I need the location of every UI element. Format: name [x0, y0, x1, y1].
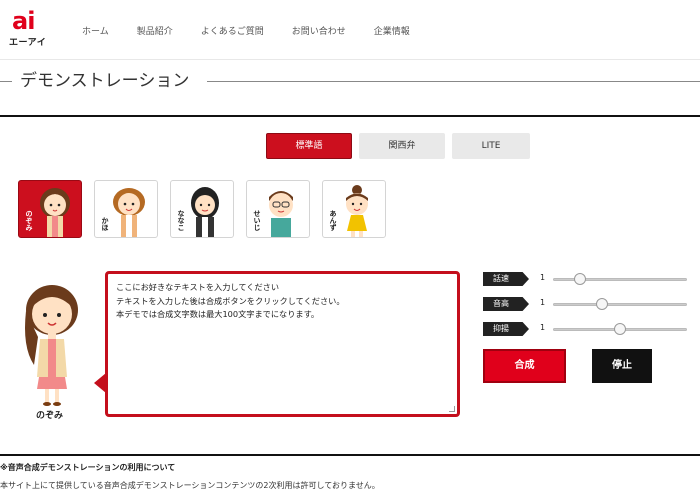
param-speed-label: 話速 [483, 272, 529, 286]
character-name: せいじ [253, 210, 261, 231]
page-title: デモンストレーション [20, 71, 190, 91]
title-rule-left [0, 81, 12, 82]
param-intonation: 抑揚 1 [483, 322, 693, 336]
selected-character-name: のぞみ [36, 411, 64, 421]
tab-kansai[interactable]: 関西弁 [359, 133, 445, 159]
param-intonation-label: 抑揚 [483, 322, 529, 336]
character-anzu[interactable]: あんず [322, 180, 386, 238]
stop-button[interactable]: 停止 [592, 349, 652, 383]
param-pitch-label: 音高 [483, 297, 529, 311]
notice-title: ※音声合成デモンストレーションの利用について [0, 463, 176, 472]
pitch-slider-track[interactable] [553, 303, 687, 306]
character-seiji[interactable]: せいじ [246, 180, 310, 238]
page-title-row: デモンストレーション [0, 70, 700, 94]
text-input[interactable] [108, 274, 457, 414]
resize-handle-icon[interactable] [449, 406, 455, 412]
character-name: のぞみ [25, 210, 33, 231]
character-nanako[interactable]: ななこ [170, 180, 234, 238]
site-logo[interactable]: ai エーアイ [8, 8, 52, 48]
title-rule-right [207, 81, 700, 82]
logo-mark: ai [12, 7, 35, 35]
nav-company[interactable]: 企業情報 [374, 24, 410, 37]
param-speed-value: 1 [540, 273, 546, 282]
param-intonation-value: 1 [540, 323, 546, 332]
nav-home[interactable]: ホーム [82, 24, 109, 37]
nav-faq[interactable]: よくあるご質問 [201, 24, 264, 37]
language-tabs: 標準語 関西弁 LITE [266, 133, 537, 159]
pitch-slider-thumb[interactable] [595, 298, 608, 310]
intonation-slider-thumb[interactable] [614, 323, 626, 335]
param-speed: 話速 1 [483, 272, 693, 286]
nav-contact[interactable]: お問い合わせ [292, 24, 346, 37]
param-pitch-value: 1 [540, 298, 546, 307]
site-header: ai エーアイ ホーム 製品紹介 よくあるご質問 お問い合わせ 企業情報 [0, 0, 700, 60]
nav-products[interactable]: 製品紹介 [137, 24, 173, 37]
character-name: ななこ [177, 210, 185, 231]
logo-name: エーアイ [9, 38, 47, 48]
speech-bubble [105, 271, 460, 417]
selected-character-illustration [25, 285, 78, 406]
notice-body: 本サイト上にて提供している音声合成デモンストレーションコンテンツの2次利用は許可… [0, 481, 380, 490]
demo-panel: 標準語 関西弁 LITE のぞみ かほ ななこ せいじ あんず のぞみ ここにお… [0, 115, 700, 456]
tab-lite[interactable]: LITE [452, 133, 530, 159]
character-kaho[interactable]: かほ [94, 180, 158, 238]
param-pitch: 音高 1 [483, 297, 693, 311]
character-selector: のぞみ かほ ななこ せいじ あんず [18, 180, 398, 238]
speed-slider-thumb[interactable] [573, 273, 586, 285]
main-nav: ホーム 製品紹介 よくあるご質問 お問い合わせ 企業情報 [82, 24, 438, 37]
character-nozomi[interactable]: のぞみ [18, 180, 82, 238]
character-name: かほ [101, 217, 109, 231]
synthesize-button[interactable]: 合成 [483, 349, 566, 383]
character-name: あんず [329, 210, 337, 231]
tab-standard[interactable]: 標準語 [266, 133, 352, 159]
